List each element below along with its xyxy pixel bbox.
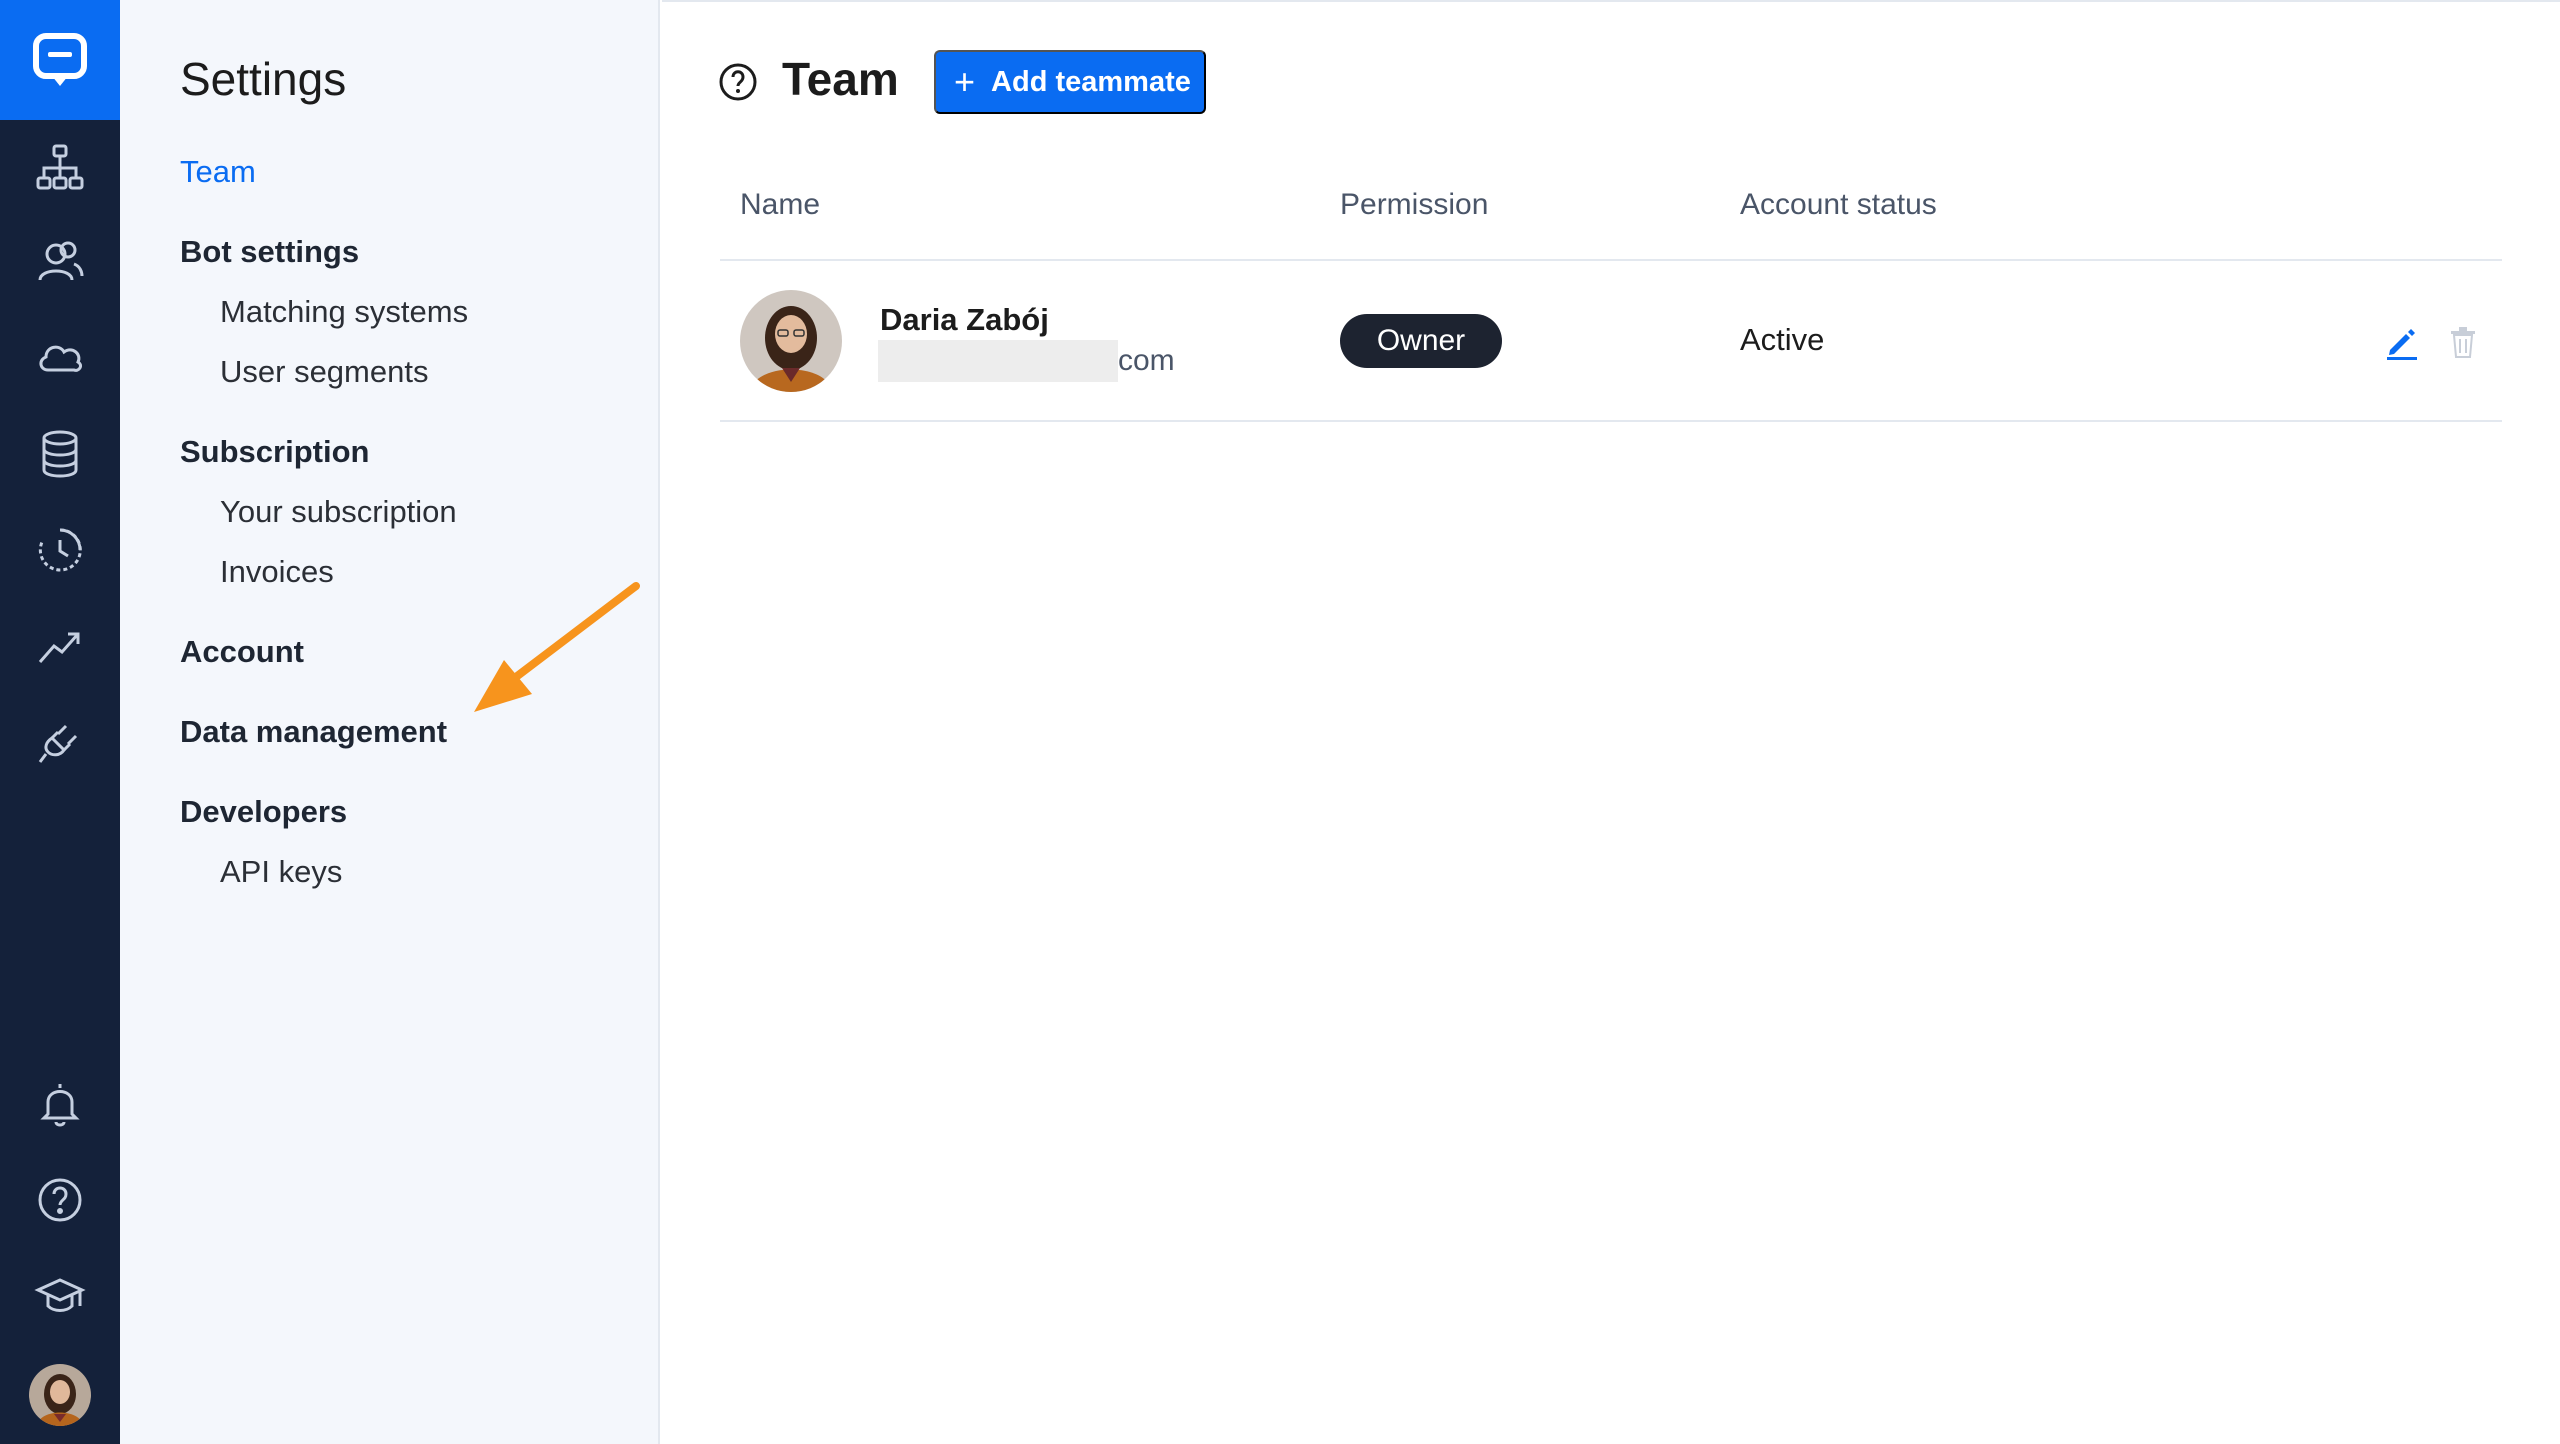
flow-icon[interactable]	[0, 128, 120, 208]
academy-icon[interactable]	[0, 1256, 120, 1336]
question-icon[interactable]	[718, 62, 758, 102]
chat-logo-icon[interactable]	[0, 0, 120, 120]
team-panel: Team + Add teammate Name Permission Acco…	[662, 0, 2560, 1444]
nav-api-keys[interactable]: API keys	[220, 854, 342, 890]
analytics-icon[interactable]	[0, 606, 120, 686]
users-icon[interactable]	[0, 222, 120, 302]
page-title: Team	[782, 53, 899, 105]
table-row-divider	[720, 420, 2502, 422]
column-header-name[interactable]: Name	[740, 188, 820, 222]
cloud-icon[interactable]	[0, 318, 120, 398]
help-icon[interactable]	[0, 1160, 120, 1240]
table-header-divider	[720, 259, 2502, 261]
email-redaction	[878, 340, 1118, 382]
teammate-avatar	[740, 290, 842, 392]
integrations-icon[interactable]	[0, 702, 120, 782]
bell-icon[interactable]	[0, 1064, 120, 1144]
plus-icon: +	[954, 61, 976, 102]
column-header-permission[interactable]: Permission	[1340, 188, 1488, 222]
nav-user-segments[interactable]: User segments	[220, 354, 428, 390]
nav-team[interactable]: Team	[180, 154, 256, 190]
settings-title: Settings	[180, 53, 347, 105]
trash-icon[interactable]	[2448, 324, 2478, 360]
nav-data-management[interactable]: Data management	[180, 714, 447, 750]
top-divider	[662, 0, 2560, 2]
arrow-annotation-icon	[474, 582, 640, 712]
teammate-name: Daria Zabój	[880, 302, 1049, 337]
edit-icon[interactable]	[2384, 324, 2420, 360]
column-header-status[interactable]: Account status	[1740, 188, 1937, 222]
permission-badge: Owner	[1340, 314, 1502, 368]
account-status: Active	[1740, 322, 1825, 357]
app-root: Settings Team Bot settings Matching syst…	[0, 0, 2560, 1444]
nav-developers[interactable]: Developers	[180, 794, 347, 830]
teammate-email: com	[1118, 344, 1175, 377]
nav-subscription[interactable]: Subscription	[180, 434, 369, 470]
nav-invoices[interactable]: Invoices	[220, 554, 334, 590]
add-teammate-button[interactable]: + Add teammate	[934, 50, 1206, 114]
nav-account[interactable]: Account	[180, 634, 304, 670]
nav-bot-settings[interactable]: Bot settings	[180, 234, 359, 270]
nav-your-subscription[interactable]: Your subscription	[220, 494, 457, 530]
database-icon[interactable]	[0, 414, 120, 494]
history-icon[interactable]	[0, 510, 120, 590]
user-avatar[interactable]	[29, 1364, 91, 1426]
nav-matching-systems[interactable]: Matching systems	[220, 294, 468, 330]
add-teammate-label: Add teammate	[991, 65, 1191, 98]
icon-rail	[0, 0, 120, 1444]
